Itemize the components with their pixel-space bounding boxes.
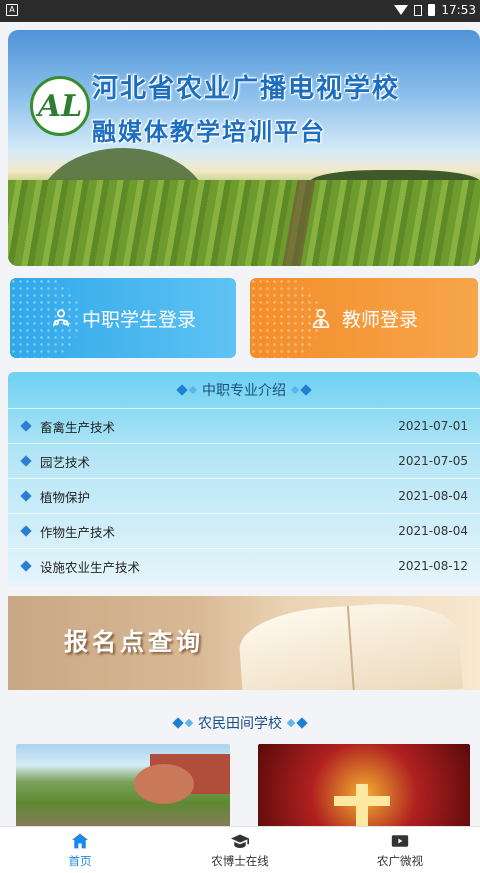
diamond-icon: [184, 718, 194, 728]
diamond-icon: [188, 385, 198, 395]
major-row[interactable]: 畜禽生产技术 2021-07-01: [8, 408, 480, 443]
major-name: 作物生产技术: [40, 524, 116, 540]
tab-micro-video[interactable]: 农广微视: [320, 827, 480, 873]
status-icons: 17:53: [394, 3, 476, 17]
major-name: 植物保护: [40, 489, 91, 505]
teacher-login-label: 教师登录: [341, 308, 418, 331]
diamond-bullet-icon: [20, 455, 32, 467]
card-light-image: [334, 796, 390, 806]
tab-home[interactable]: 首页: [0, 827, 160, 873]
diamond-icon: [300, 384, 312, 396]
major-date: 2021-07-05: [398, 454, 468, 468]
hero-banner[interactable]: AL 河北省农业广播电视学校 融媒体教学培训平台: [8, 30, 480, 266]
diamond-bullet-icon: [20, 490, 32, 502]
video-icon: [390, 832, 410, 850]
logo-mark-icon: AL: [37, 88, 83, 124]
majors-heading: 中职专业介绍: [8, 372, 480, 408]
status-time: 17:53: [441, 3, 476, 17]
major-date: 2021-07-01: [398, 419, 468, 433]
field-school-card[interactable]: [16, 744, 230, 828]
major-name: 设施农业生产技术: [40, 559, 141, 575]
major-row[interactable]: 植物保护 2021-08-04: [8, 478, 480, 513]
signup-query-banner[interactable]: 报名点查询: [8, 596, 480, 690]
field-school-card[interactable]: [258, 744, 470, 828]
major-row[interactable]: 作物生产技术 2021-08-04: [8, 513, 480, 548]
card-stone-image: [134, 764, 194, 804]
student-login-label: 中职学生登录: [81, 308, 196, 331]
graduation-cap-icon: [230, 832, 250, 850]
book-image: [237, 598, 463, 690]
field-school-heading-text: 农民田间学校: [198, 716, 282, 732]
major-date: 2021-08-04: [398, 489, 468, 503]
major-row[interactable]: 园艺技术 2021-07-05: [8, 443, 480, 478]
diamond-icon: [296, 717, 308, 729]
battery-icon: [428, 4, 436, 16]
signup-query-text: 报名点查询: [64, 628, 204, 656]
sim-icon: [414, 4, 423, 16]
wifi-icon: [394, 5, 409, 15]
majors-heading-text: 中职专业介绍: [202, 383, 286, 399]
diamond-icon: [286, 718, 296, 728]
tab-home-label: 首页: [68, 853, 92, 868]
teacher-login-button[interactable]: 教师登录: [250, 278, 478, 358]
banner-field: [8, 180, 480, 266]
diamond-icon: [176, 384, 188, 396]
student-icon: [50, 307, 72, 329]
student-login-button[interactable]: 中职学生登录: [10, 278, 236, 358]
major-date: 2021-08-04: [398, 524, 468, 538]
home-icon: [70, 832, 90, 850]
diamond-bullet-icon: [20, 525, 32, 537]
tab-doctor-online[interactable]: 农博士在线: [160, 827, 320, 873]
diamond-icon: [290, 385, 300, 395]
teacher-icon: [310, 307, 332, 329]
major-name: 畜禽生产技术: [40, 419, 116, 435]
major-name: 园艺技术: [40, 454, 91, 470]
major-row[interactable]: 设施农业生产技术 2021-08-12: [8, 548, 480, 583]
tab-doctor-online-label: 农博士在线: [211, 853, 269, 868]
diamond-bullet-icon: [20, 420, 32, 432]
banner-title-line1: 河北省农业广播电视学校: [92, 74, 401, 104]
status-bar: A 17:53: [0, 0, 480, 22]
banner-title-line2: 融媒体教学培训平台: [92, 118, 326, 146]
diamond-icon: [172, 717, 184, 729]
major-date: 2021-08-12: [398, 559, 468, 573]
majors-panel: 中职专业介绍 畜禽生产技术 2021-07-01 园艺技术 2021-07-05…: [8, 372, 480, 586]
field-school-heading: 农民田间学校: [0, 705, 480, 741]
diamond-bullet-icon: [20, 560, 32, 572]
bottom-tab-bar: 首页 农博士在线 农广微视: [0, 826, 480, 873]
school-logo: AL: [30, 76, 90, 136]
notification-icon: A: [6, 4, 18, 16]
tab-micro-video-label: 农广微视: [377, 853, 423, 868]
card-light-image: [356, 784, 368, 828]
